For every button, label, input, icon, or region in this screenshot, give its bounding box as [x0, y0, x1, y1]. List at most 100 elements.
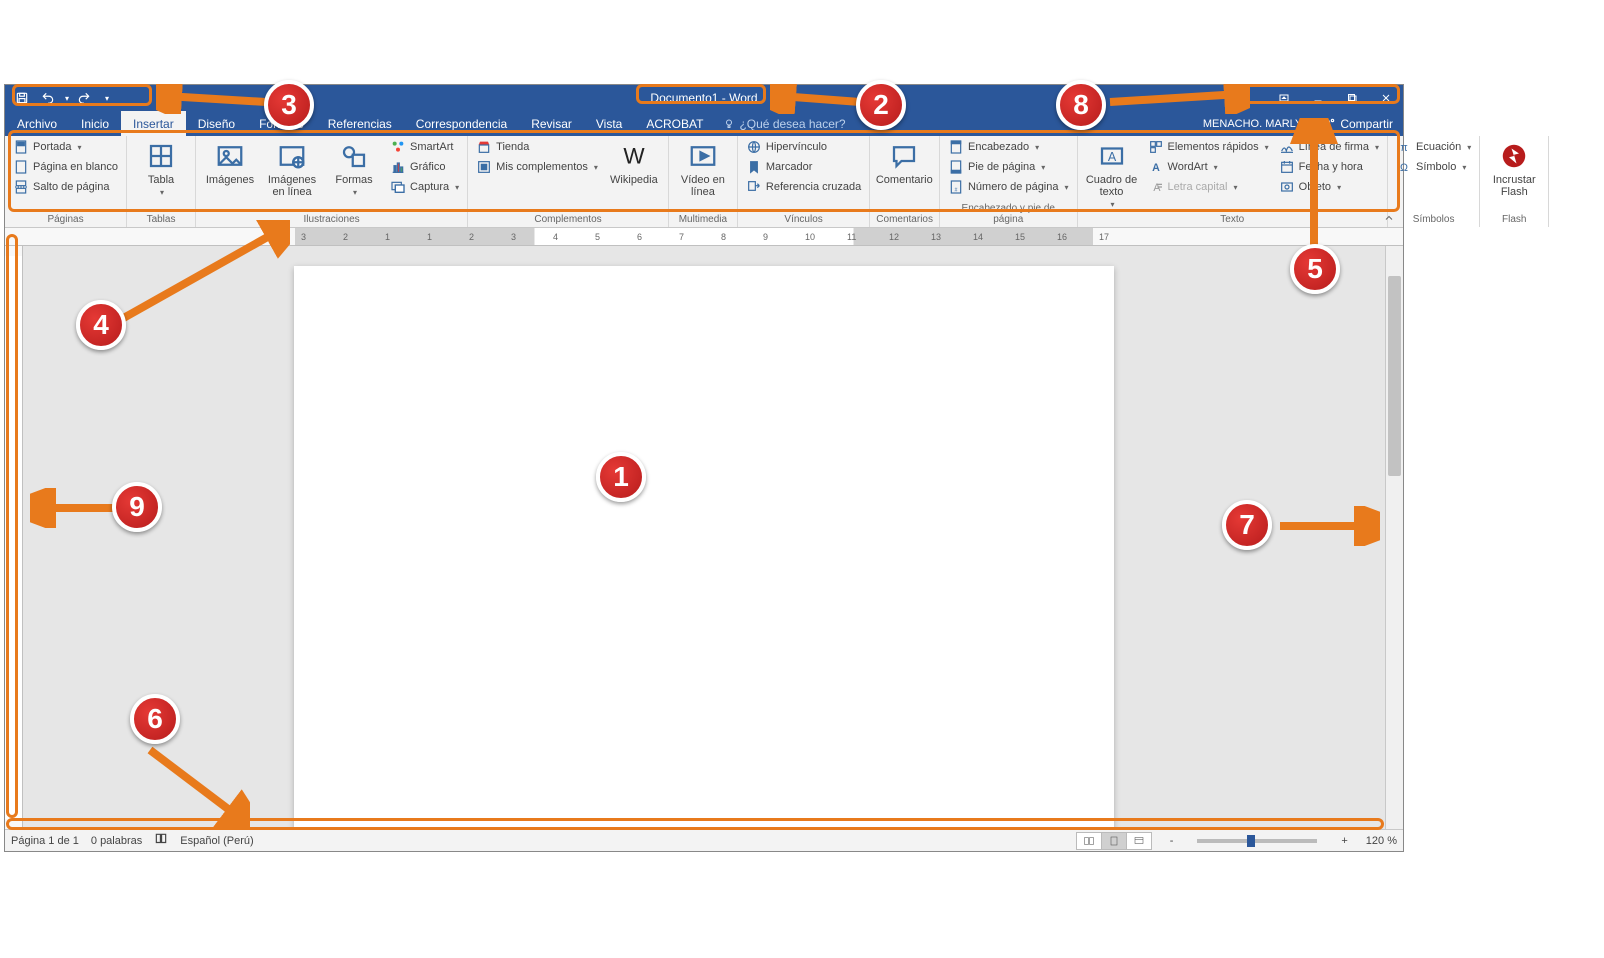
- document-viewport[interactable]: [23, 246, 1385, 829]
- tab-vista[interactable]: Vista: [584, 111, 634, 136]
- page-break-button[interactable]: Salto de página: [11, 178, 120, 196]
- ribbon-display-options[interactable]: [1267, 85, 1301, 111]
- horizontal-ruler[interactable]: 3211234567891011121314151617: [5, 228, 1403, 246]
- table-button[interactable]: Tabla▾: [133, 138, 189, 198]
- button-label: Símbolo: [1416, 161, 1456, 173]
- page-number-button[interactable]: # Número de página▾: [946, 178, 1071, 196]
- proofing-icon[interactable]: [154, 832, 168, 849]
- view-read-mode[interactable]: [1076, 832, 1102, 850]
- qat-customize-dropdown[interactable]: ▾: [105, 94, 109, 103]
- svg-text:#: #: [955, 188, 958, 194]
- footer-icon: [948, 159, 964, 175]
- button-label: Wikipedia: [610, 174, 658, 186]
- button-label: Tienda: [496, 141, 529, 153]
- zoom-out-button[interactable]: -: [1164, 835, 1180, 847]
- wikipedia-button[interactable]: W Wikipedia: [606, 138, 662, 186]
- tab-inicio[interactable]: Inicio: [69, 111, 121, 136]
- bookmark-icon: [746, 159, 762, 175]
- screenshot-button[interactable]: Captura▾: [388, 178, 461, 196]
- document-page[interactable]: [294, 266, 1114, 829]
- equation-button[interactable]: π Ecuación▾: [1394, 138, 1473, 156]
- tell-me-box[interactable]: [715, 111, 907, 136]
- web-layout-icon: [1132, 835, 1146, 847]
- ribbon-wrapper: Portada▾ Página en blanco Salto de págin…: [5, 136, 1403, 228]
- group-v-nculos: Hipervínculo Marcador Referencia cruzada…: [738, 136, 870, 227]
- footer-button[interactable]: Pie de página▾: [946, 158, 1071, 176]
- button-label: WordArt: [1168, 161, 1208, 173]
- dropcap-button[interactable]: A Letra capital▾: [1146, 178, 1271, 196]
- bookmark-button[interactable]: Marcador: [744, 158, 863, 176]
- datetime-button[interactable]: Fecha y hora: [1277, 158, 1381, 176]
- zoom-level[interactable]: 120 %: [1366, 835, 1397, 847]
- vertical-scrollbar[interactable]: [1385, 246, 1403, 829]
- button-label: Captura: [410, 181, 449, 193]
- view-web-layout[interactable]: [1126, 832, 1152, 850]
- collapse-ribbon-button[interactable]: [1379, 210, 1399, 226]
- tab-formato[interactable]: Formato: [247, 111, 316, 136]
- group-label: Páginas: [11, 212, 120, 227]
- symbol-button[interactable]: Ω Símbolo▾: [1394, 158, 1473, 176]
- addins-button[interactable]: Mis complementos▾: [474, 158, 600, 176]
- tab-insertar[interactable]: Insertar: [121, 111, 186, 136]
- svg-text:π: π: [1400, 142, 1407, 154]
- crossref-button[interactable]: Referencia cruzada: [744, 178, 863, 196]
- minimize-button[interactable]: [1301, 85, 1335, 111]
- svg-text:A: A: [1152, 162, 1160, 174]
- video-button[interactable]: Vídeo en línea: [675, 138, 731, 198]
- pictures-button[interactable]: Imágenes: [202, 138, 258, 186]
- textbox-button[interactable]: A Cuadro de texto▾: [1084, 138, 1140, 210]
- maximize-button[interactable]: [1335, 85, 1369, 111]
- undo-dropdown[interactable]: ▾: [65, 94, 69, 103]
- button-label: Número de página: [968, 181, 1059, 193]
- tell-me-input[interactable]: [739, 117, 899, 131]
- hyperlink-button[interactable]: Hipervínculo: [744, 138, 863, 156]
- quickparts-button[interactable]: Elementos rápidos▾: [1146, 138, 1271, 156]
- zoom-slider-thumb[interactable]: [1247, 835, 1255, 847]
- zoom-in-button[interactable]: +: [1335, 835, 1353, 847]
- vertical-ruler[interactable]: [5, 246, 23, 829]
- symbol-icon: Ω: [1396, 159, 1412, 175]
- flash-button[interactable]: Incrustar Flash: [1486, 138, 1542, 198]
- chart-button[interactable]: Gráfico: [388, 158, 461, 176]
- word-window: ▾ ▾ Documento1 - Word Archivo: [4, 84, 1404, 852]
- tab-acrobat[interactable]: ACROBAT: [634, 111, 715, 136]
- scrollbar-thumb[interactable]: [1388, 276, 1401, 476]
- signature-icon: [1279, 139, 1295, 155]
- wordart-button[interactable]: A WordArt▾: [1146, 158, 1271, 176]
- tab-referencias[interactable]: Referencias: [316, 111, 404, 136]
- button-label: Línea de firma: [1299, 141, 1369, 153]
- account-name[interactable]: MENACHO. MARLY: [1193, 111, 1312, 136]
- tab-correspondencia[interactable]: Correspondencia: [404, 111, 519, 136]
- object-button[interactable]: Objeto▾: [1277, 178, 1381, 196]
- close-button[interactable]: [1369, 85, 1403, 111]
- save-button[interactable]: [11, 88, 33, 108]
- screenshot-icon: [390, 179, 406, 195]
- language-label[interactable]: Español (Perú): [180, 835, 253, 847]
- smartart-button[interactable]: SmartArt: [388, 138, 461, 156]
- undo-button[interactable]: [37, 88, 59, 108]
- word-count[interactable]: 0 palabras: [91, 835, 142, 847]
- cover-page-button[interactable]: Portada▾: [11, 138, 120, 156]
- share-button[interactable]: Compartir: [1312, 111, 1403, 136]
- store-button[interactable]: Tienda: [474, 138, 600, 156]
- header-button[interactable]: Encabezado▾: [946, 138, 1071, 156]
- shapes-button[interactable]: Formas▾: [326, 138, 382, 198]
- tab-revisar[interactable]: Revisar: [519, 111, 584, 136]
- group-label: Multimedia: [675, 212, 731, 227]
- page-info[interactable]: Página 1 de 1: [11, 835, 79, 847]
- comment-button[interactable]: Comentario: [876, 138, 932, 186]
- online-pictures-button[interactable]: Imágenes en línea: [264, 138, 320, 198]
- group-encabezado-y-pie-de-p-gina: Encabezado▾ Pie de página▾ # Número de p…: [940, 136, 1078, 227]
- view-print-layout[interactable]: [1101, 832, 1127, 850]
- smartart-icon: [390, 139, 406, 155]
- redo-button[interactable]: [73, 88, 95, 108]
- zoom-slider[interactable]: [1197, 839, 1317, 843]
- button-label: Fecha y hora: [1299, 161, 1363, 173]
- signature-button[interactable]: Línea de firma▾: [1277, 138, 1381, 156]
- object-icon: [1279, 179, 1295, 195]
- blank-page-button[interactable]: Página en blanco: [11, 158, 120, 176]
- tab-archivo[interactable]: Archivo: [5, 111, 69, 136]
- svg-text:Ω: Ω: [1400, 162, 1408, 174]
- tab-diseno[interactable]: Diseño: [186, 111, 247, 136]
- button-label: Portada: [33, 141, 72, 153]
